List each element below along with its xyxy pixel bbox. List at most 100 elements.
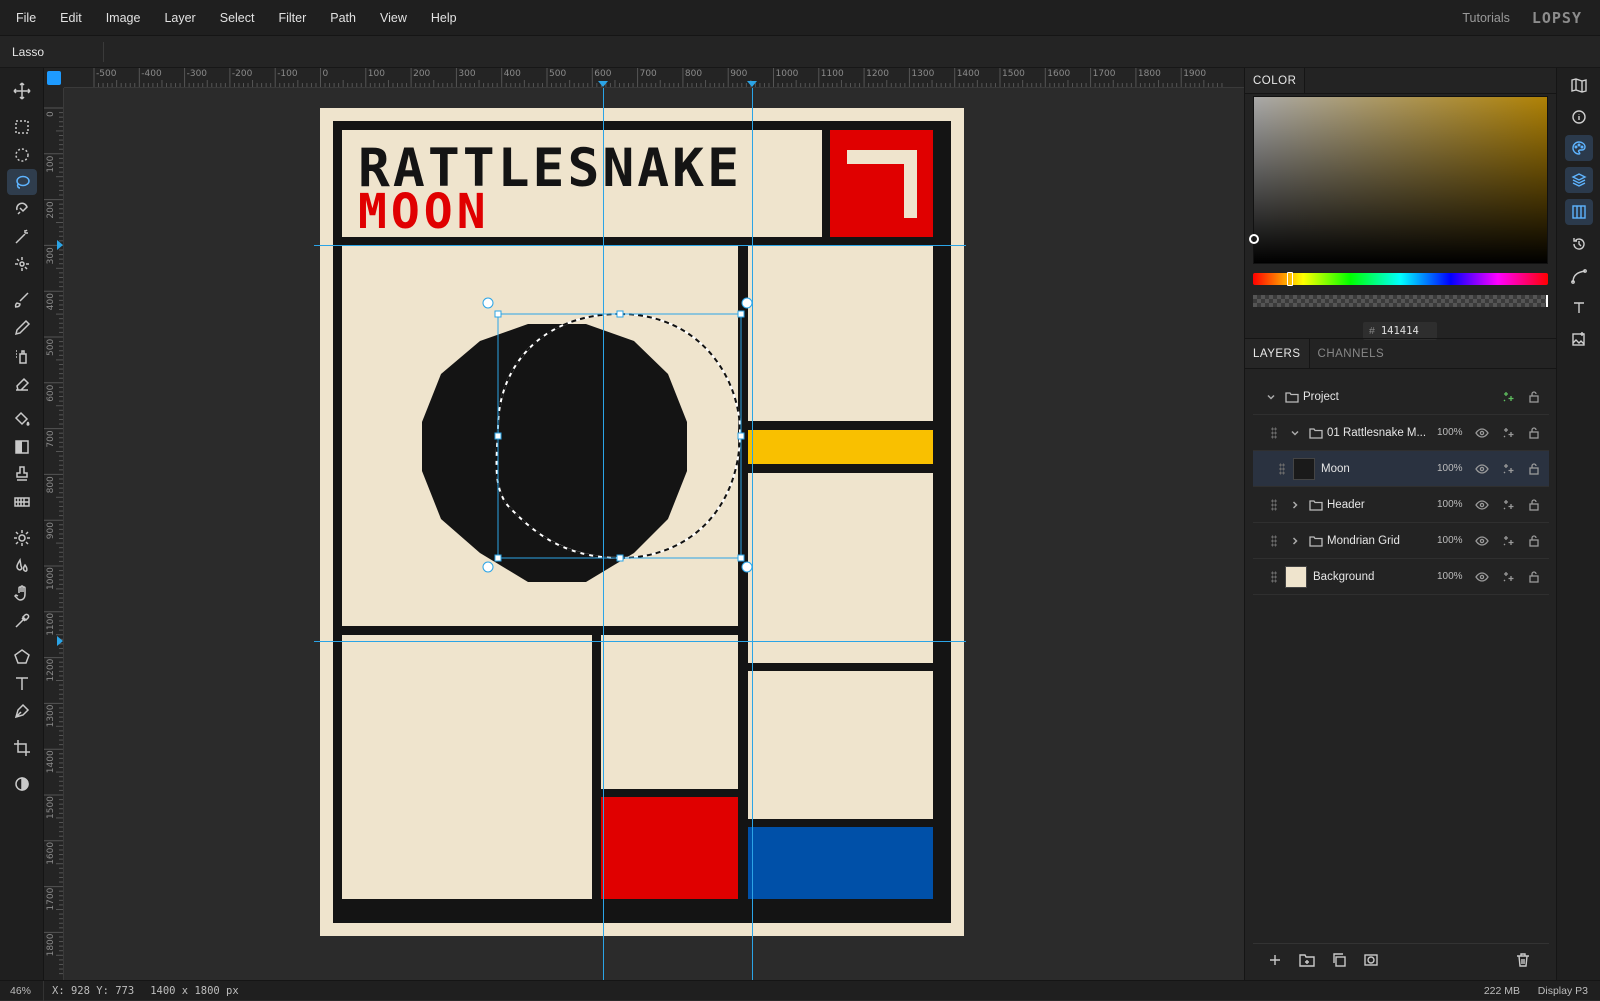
hue-slider-handle[interactable] [1287, 272, 1293, 286]
layer-row-background[interactable]: Background 100% [1253, 559, 1549, 595]
chevron-down-icon[interactable] [1265, 391, 1277, 403]
pen-tool[interactable] [7, 698, 37, 724]
pencil-tool[interactable] [7, 315, 37, 341]
canvas-area[interactable]: RATTLESNAKE MOON [64, 88, 1244, 980]
eye-icon[interactable] [1475, 498, 1489, 512]
lock-icon[interactable] [1527, 498, 1541, 512]
eye-icon[interactable] [1475, 462, 1489, 476]
vertical-ruler[interactable]: 0 100 200 300 400 500 600 700 800 900 1000 1100 1200… [44, 88, 64, 980]
drag-handle-icon[interactable] [1271, 498, 1277, 511]
duplicate-layer-button[interactable] [1331, 952, 1347, 968]
spray-tool[interactable] [7, 343, 37, 369]
horizontal-guide[interactable] [314, 641, 966, 642]
image-panel-button[interactable] [1565, 326, 1593, 352]
menu-file[interactable]: File [0, 11, 48, 25]
lock-icon[interactable] [1527, 462, 1541, 476]
layer-opacity[interactable]: 100% [1437, 427, 1463, 438]
history-panel-button[interactable] [1565, 231, 1593, 257]
lock-icon[interactable] [1527, 570, 1541, 584]
tutorials-link[interactable]: Tutorials [1462, 11, 1509, 25]
sparkle-icon[interactable] [1501, 570, 1515, 584]
handle-middle-left[interactable] [494, 432, 502, 440]
brush-tool[interactable] [7, 287, 37, 313]
layer-row-moon[interactable]: Moon 100% [1253, 451, 1549, 487]
blur-tool[interactable] [7, 553, 37, 579]
eraser-tool[interactable] [7, 370, 37, 396]
menu-view[interactable]: View [368, 11, 419, 25]
menu-layer[interactable]: Layer [152, 11, 207, 25]
fill-tool[interactable] [7, 406, 37, 432]
layer-opacity[interactable]: 100% [1437, 499, 1463, 510]
magnetic-lasso-tool[interactable] [7, 196, 37, 222]
handle-top-left[interactable] [494, 310, 502, 318]
rotate-handle-bottom-left[interactable] [482, 561, 494, 573]
layer-opacity[interactable]: 100% [1437, 535, 1463, 546]
character-panel-button[interactable] [1565, 295, 1593, 321]
hue-slider[interactable] [1253, 272, 1548, 286]
gradient-tool[interactable] [7, 434, 37, 460]
vertical-guide[interactable] [752, 88, 753, 980]
handle-bottom-middle[interactable] [616, 554, 624, 562]
guide-marker[interactable] [57, 636, 63, 646]
alpha-slider-handle[interactable] [1546, 295, 1548, 307]
alpha-slider[interactable] [1253, 295, 1548, 307]
menu-path[interactable]: Path [318, 11, 368, 25]
eye-icon[interactable] [1475, 426, 1489, 440]
lock-icon[interactable] [1527, 426, 1541, 440]
horizontal-guide[interactable] [314, 245, 966, 246]
menu-image[interactable]: Image [94, 11, 153, 25]
layer-row-project[interactable]: Project [1253, 379, 1549, 415]
menu-edit[interactable]: Edit [48, 11, 94, 25]
chevron-right-icon[interactable] [1289, 535, 1301, 547]
color-panel-button[interactable] [1565, 135, 1593, 161]
layer-row-rattlesnake-group[interactable]: 01 Rattlesnake M... 100% [1253, 415, 1549, 451]
sparkle-icon[interactable] [1501, 462, 1515, 476]
vertical-guide[interactable] [603, 88, 604, 980]
guide-marker[interactable] [57, 240, 63, 250]
navigator-button[interactable] [1565, 72, 1593, 98]
smudge-tool[interactable] [7, 580, 37, 606]
lasso-tool[interactable] [7, 169, 37, 195]
tab-channels[interactable]: CHANNELS [1310, 339, 1393, 368]
hex-value[interactable]: 141414 [1381, 325, 1419, 337]
rotate-handle-top-right[interactable] [741, 297, 753, 309]
layer-opacity[interactable]: 100% [1437, 571, 1463, 582]
layers-panel-button[interactable] [1565, 167, 1593, 193]
color-picker-handle[interactable] [1249, 234, 1259, 244]
lock-icon[interactable] [1527, 390, 1541, 404]
tab-color[interactable]: COLOR [1245, 68, 1306, 93]
sparkle-icon[interactable] [1501, 534, 1515, 548]
mask-button[interactable] [1363, 952, 1379, 968]
drag-handle-icon[interactable] [1271, 534, 1277, 547]
delete-layer-button[interactable] [1515, 952, 1531, 968]
handle-top-right[interactable] [737, 310, 745, 318]
handle-middle-right[interactable] [737, 432, 745, 440]
add-layer-button[interactable] [1267, 952, 1283, 968]
magic-wand-tool[interactable] [7, 224, 37, 250]
layer-row-header[interactable]: Header 100% [1253, 487, 1549, 523]
ruler-corner[interactable] [44, 68, 64, 88]
sparkle-icon[interactable] [1501, 390, 1515, 404]
rotate-handle-top-left[interactable] [482, 297, 494, 309]
paths-panel-button[interactable] [1565, 263, 1593, 289]
eyedropper-tool[interactable] [7, 608, 37, 634]
channels-panel-button[interactable] [1565, 199, 1593, 225]
stamp-tool[interactable] [7, 461, 37, 487]
layer-opacity[interactable]: 100% [1437, 463, 1463, 474]
layer-row-mondrian-grid[interactable]: Mondrian Grid 100% [1253, 523, 1549, 559]
ellipse-select-tool[interactable] [7, 142, 37, 168]
document-artboard[interactable]: RATTLESNAKE MOON [320, 108, 964, 936]
horizontal-ruler[interactable]: -500 -400 -300 -200 -100 0 100 200 300 400 500 600 7… [64, 68, 1244, 88]
text-tool[interactable] [7, 671, 37, 697]
crop-tool[interactable] [7, 735, 37, 761]
chevron-right-icon[interactable] [1289, 499, 1301, 511]
add-group-button[interactable] [1299, 952, 1315, 968]
rotate-handle-bottom-right[interactable] [741, 561, 753, 573]
sparkle-icon[interactable] [1501, 498, 1515, 512]
rect-select-tool[interactable] [7, 114, 37, 140]
color-saturation-field[interactable] [1249, 96, 1548, 264]
adjust-tool[interactable] [7, 771, 37, 797]
pattern-tool[interactable] [7, 489, 37, 515]
shape-tool[interactable] [7, 644, 37, 670]
menu-select[interactable]: Select [208, 11, 267, 25]
